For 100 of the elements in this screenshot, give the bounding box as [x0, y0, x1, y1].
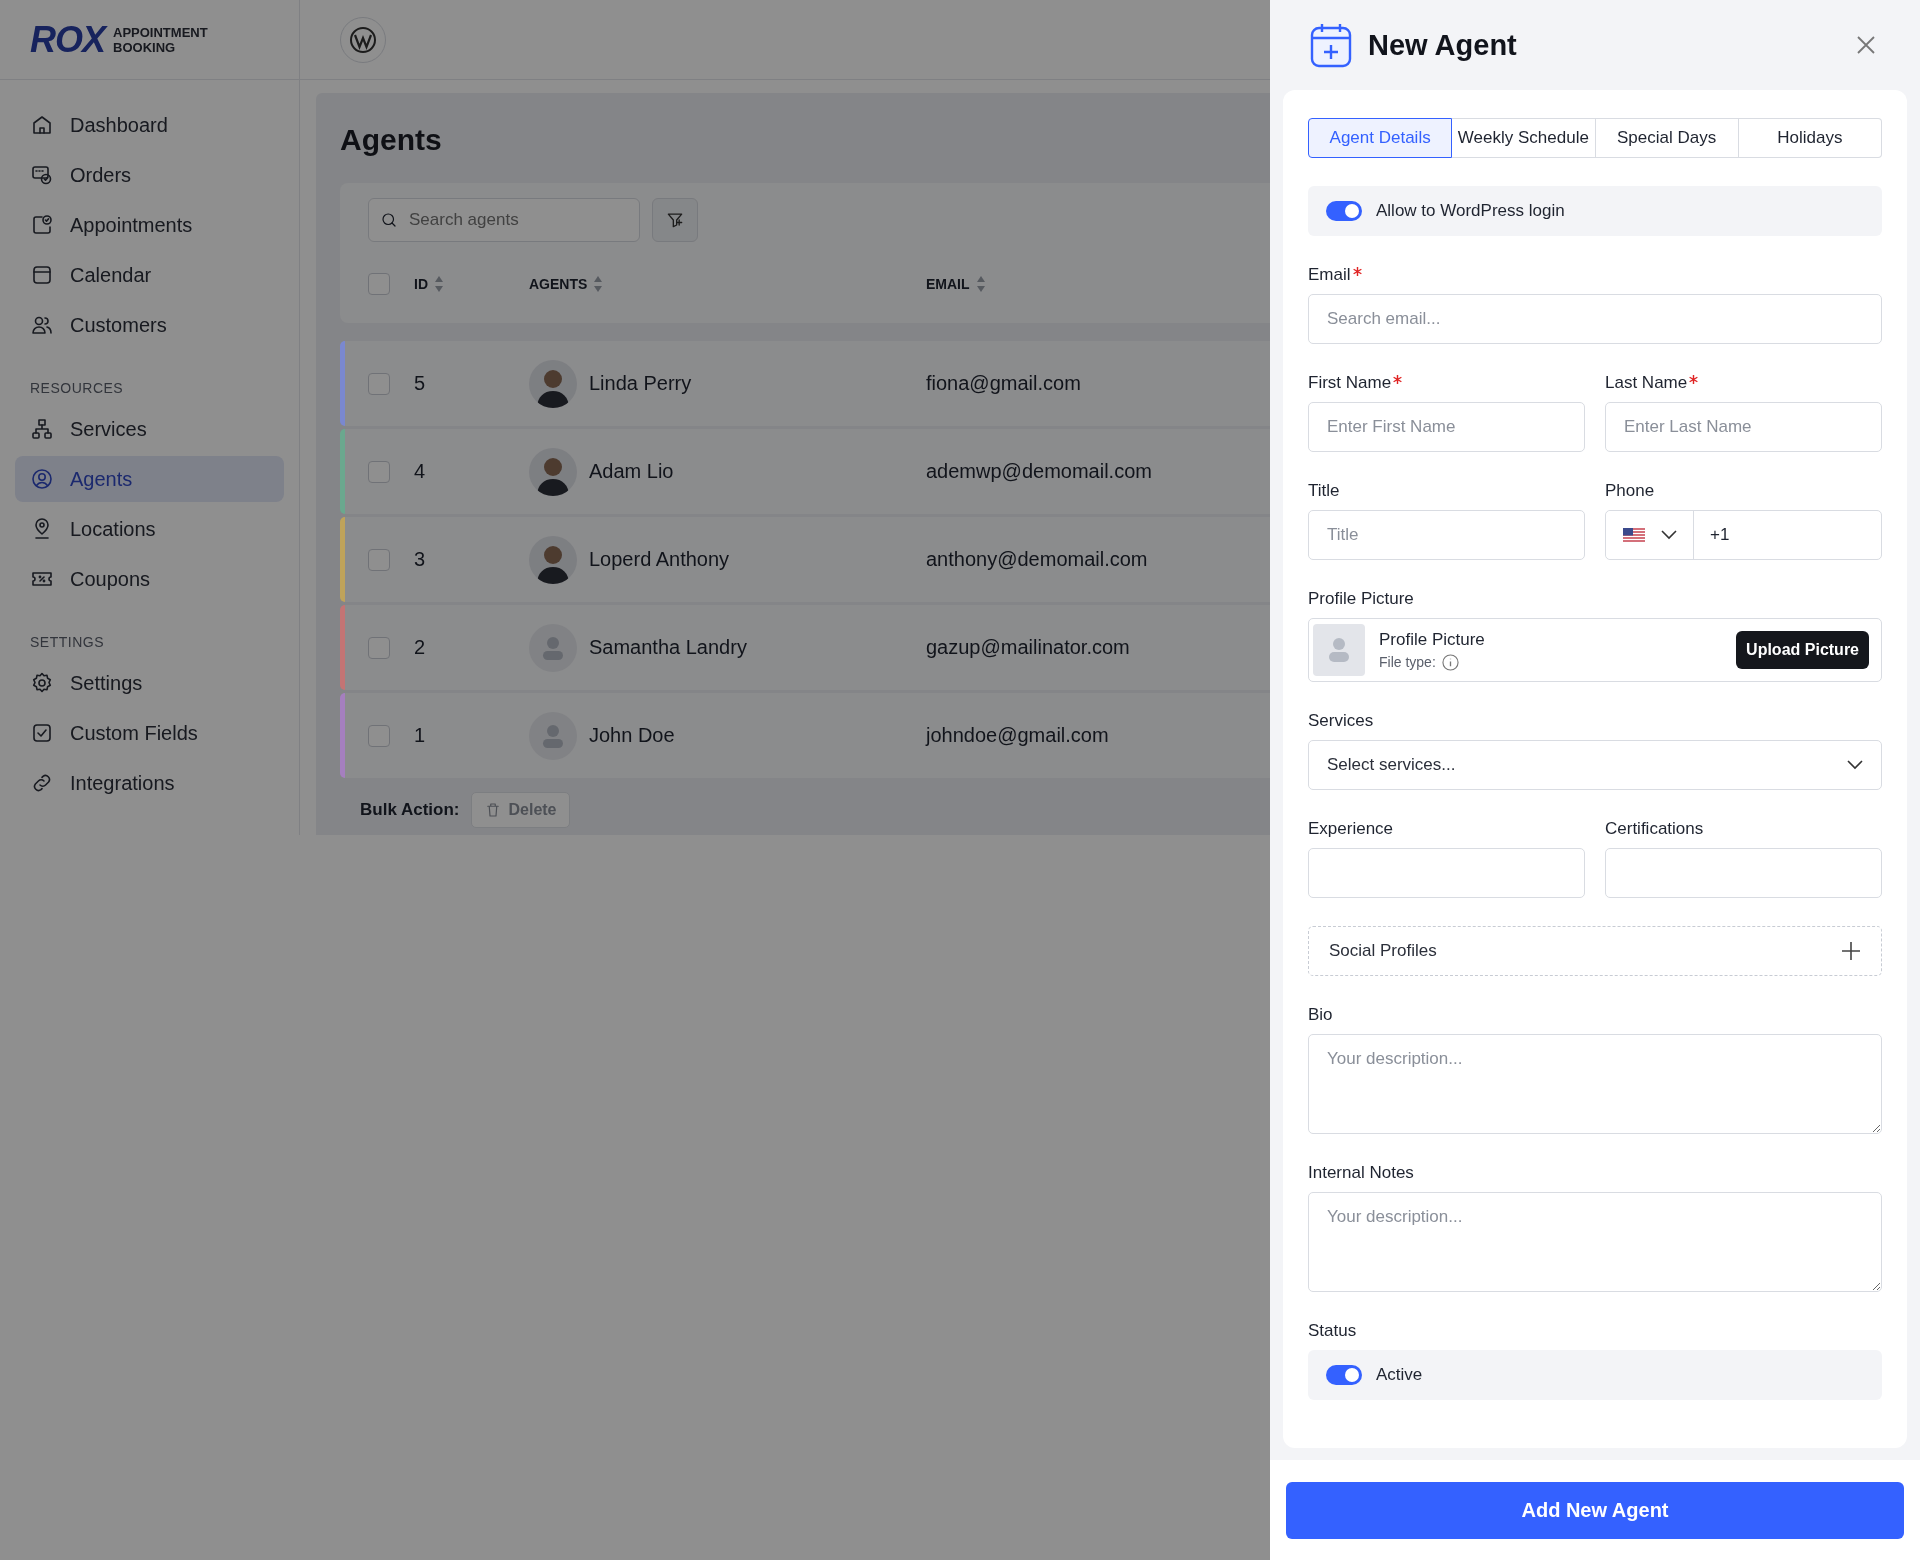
- checkbox[interactable]: [368, 273, 390, 295]
- field-label: Profile Picture: [1308, 588, 1414, 610]
- sidebar-item[interactable]: Orders: [15, 152, 284, 198]
- sidebar-item[interactable]: Calendar: [15, 252, 284, 298]
- toggle-label: Allow to WordPress login: [1376, 201, 1565, 221]
- sidebar-item[interactable]: Custom Fields: [15, 710, 284, 756]
- gear-icon: [30, 671, 54, 695]
- sort-icon[interactable]: [434, 275, 444, 293]
- field-label: Experience: [1308, 818, 1394, 840]
- required-icon: [1352, 267, 1362, 276]
- phone-field[interactable]: +1: [1605, 510, 1882, 560]
- text-field[interactable]: Title: [1308, 510, 1585, 560]
- services-select[interactable]: Select services...: [1308, 740, 1882, 790]
- table-cell: 4: [414, 460, 426, 482]
- tab[interactable]: Weekly Schedule: [1452, 118, 1596, 158]
- checkbox[interactable]: [368, 548, 390, 571]
- table-cell: 2: [414, 636, 426, 658]
- sort-icon[interactable]: [975, 275, 986, 293]
- checkbox[interactable]: [368, 460, 390, 483]
- column-header[interactable]: EMAIL: [926, 276, 970, 292]
- calendar-check-icon: [30, 213, 54, 237]
- checkbox[interactable]: [368, 636, 390, 659]
- sort-icon[interactable]: [593, 275, 604, 293]
- tab[interactable]: Holidays: [1738, 118, 1882, 158]
- calendar-plus-icon: [1310, 22, 1352, 68]
- hierarchy-icon: [30, 417, 54, 441]
- agent-name: Samantha Landry: [589, 636, 747, 659]
- phone-input[interactable]: +1: [1694, 511, 1881, 559]
- column-header[interactable]: ID: [414, 276, 428, 292]
- field-label: Last Name: [1605, 372, 1688, 394]
- country-select[interactable]: [1606, 511, 1694, 559]
- table-row[interactable]: 4 Adam Lio ademwp@demomail.com: [340, 429, 1270, 514]
- table-row[interactable]: 5 Linda Perry fiona@gmail.com: [340, 341, 1270, 426]
- text-field[interactable]: Enter Last Name: [1605, 402, 1882, 452]
- field-label: Email: [1308, 264, 1351, 286]
- image-placeholder: [1313, 624, 1365, 676]
- upload-button[interactable]: Upload Picture: [1736, 631, 1869, 669]
- bulk-action-label: Bulk Action:: [360, 800, 460, 820]
- w-circle-icon: [349, 25, 377, 54]
- add-agent-button[interactable]: Add New Agent: [1286, 1481, 1904, 1539]
- field-label: Certifications: [1605, 818, 1704, 840]
- flag-icon: [1622, 528, 1645, 542]
- field-label: Phone: [1605, 480, 1655, 502]
- toggle-label: Active: [1376, 1365, 1423, 1385]
- section-heading: SETTINGS: [29, 633, 105, 652]
- chevron-down-icon: [1660, 530, 1677, 540]
- upload-title: Profile Picture: [1379, 629, 1486, 650]
- column-header[interactable]: AGENTS: [529, 276, 588, 292]
- field-label: Title: [1308, 480, 1340, 502]
- social-profiles-button[interactable]: Social Profiles: [1308, 926, 1882, 976]
- field-label: Status: [1308, 1320, 1357, 1342]
- info-icon[interactable]: [1441, 653, 1459, 671]
- sidebar-item[interactable]: Agents: [15, 456, 284, 502]
- logo-tagline: APPOINTMENT: [113, 24, 208, 40]
- wordpress-button[interactable]: [340, 16, 386, 63]
- sidebar-item[interactable]: Dashboard: [15, 102, 284, 148]
- sidebar-item[interactable]: Coupons: [15, 556, 284, 602]
- page-title: Agents: [340, 122, 443, 158]
- filter-button[interactable]: [652, 198, 698, 242]
- toggle-switch[interactable]: [1326, 1365, 1362, 1385]
- table-row[interactable]: 3 Loperd Anthony anthony@demomail.com: [340, 517, 1270, 602]
- sidebar-item[interactable]: Services: [15, 406, 284, 452]
- text-field[interactable]: Enter First Name: [1308, 402, 1585, 452]
- field-label: Internal Notes: [1308, 1162, 1414, 1184]
- field-label: Bio: [1308, 1004, 1333, 1026]
- required-icon: [1393, 375, 1403, 384]
- text-field[interactable]: [1308, 848, 1585, 898]
- agent-name: Loperd Anthony: [589, 548, 730, 571]
- checkbox[interactable]: [368, 372, 390, 395]
- text-area[interactable]: Your description...: [1308, 1192, 1882, 1292]
- sidebar-item[interactable]: Appointments: [15, 202, 284, 248]
- house-icon: [30, 113, 54, 137]
- text-field[interactable]: [1605, 848, 1882, 898]
- table-cell: anthony@demomail.com: [926, 548, 1148, 571]
- table-row[interactable]: 1 John Doe johndoe@gmail.com: [340, 693, 1270, 778]
- tab[interactable]: Agent Details: [1308, 118, 1453, 158]
- sidebar-item[interactable]: Customers: [15, 302, 284, 348]
- user-circle-icon: [30, 467, 54, 491]
- toggle-switch[interactable]: [1326, 201, 1362, 221]
- sidebar-item[interactable]: Locations: [15, 506, 284, 552]
- sidebar-item[interactable]: Settings: [15, 660, 284, 706]
- text-area[interactable]: Your description...: [1308, 1034, 1882, 1134]
- table-cell: 1: [414, 724, 426, 746]
- calendar-icon: [30, 263, 54, 287]
- checkbox[interactable]: [368, 724, 390, 747]
- search-field[interactable]: Search agents: [368, 198, 640, 242]
- field-label: Services: [1308, 710, 1374, 732]
- field-label: First Name: [1308, 372, 1392, 394]
- table-row[interactable]: 2 Samantha Landry gazup@mailinator.com: [340, 605, 1270, 690]
- drawer-title: New Agent: [1368, 28, 1518, 62]
- plus-icon: [1841, 941, 1861, 961]
- table-cell: ademwp@demomail.com: [926, 460, 1152, 483]
- section-heading: RESOURCES: [29, 379, 125, 398]
- text-field[interactable]: Search email...: [1308, 294, 1882, 344]
- logo-tagline: BOOKING: [113, 39, 177, 55]
- tab[interactable]: Special Days: [1595, 118, 1739, 158]
- agent-name: John Doe: [589, 724, 675, 747]
- sidebar-item[interactable]: Integrations: [15, 760, 284, 806]
- table-cell: gazup@mailinator.com: [926, 636, 1130, 659]
- required-icon: [1689, 375, 1699, 384]
